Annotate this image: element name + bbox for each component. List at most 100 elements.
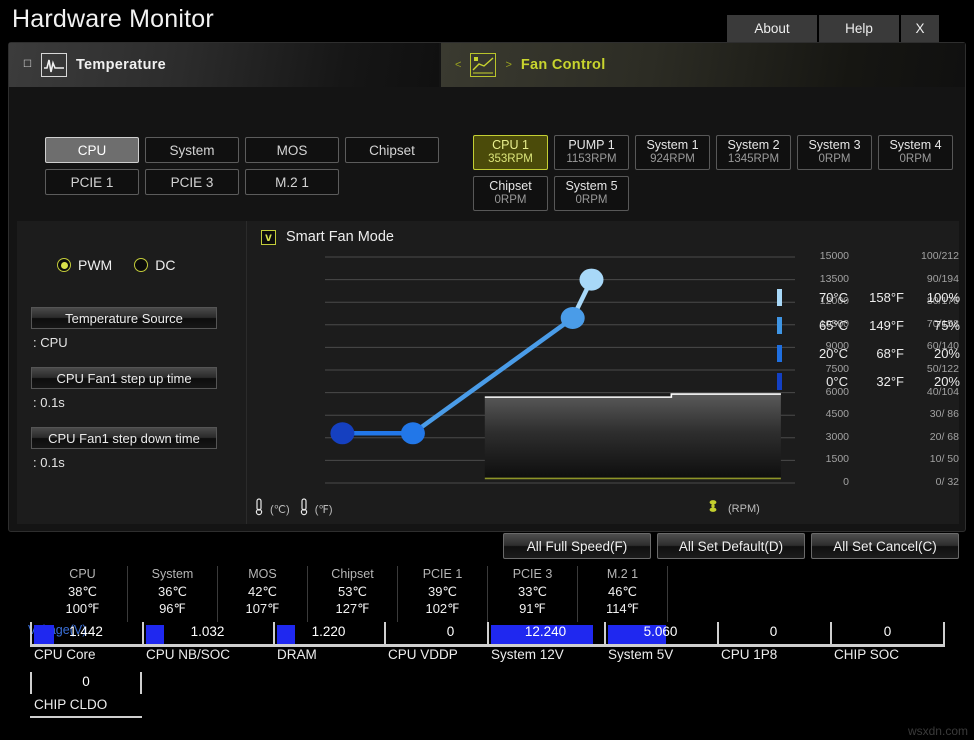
y-axis-right-tick: 15000 — [819, 250, 849, 262]
voltage-rail-name: CPU NB/SOC — [146, 647, 231, 662]
voltage-rail-cell: 1.220 DRAM — [273, 622, 384, 664]
temperature-summary-cell: CPU 38℃ 100℉ — [38, 566, 128, 622]
step-down-setting: CPU Fan1 step down time : 0.1s — [31, 427, 217, 470]
legend-percent: 75% — [933, 317, 960, 333]
voltage-rail-name: System 12V — [491, 647, 564, 662]
rpm-unit: (RPM) — [705, 498, 760, 519]
fan-rpm: 1153RPM — [566, 153, 617, 166]
legend-percent: 20% — [933, 373, 960, 389]
all-set-default-button[interactable]: All Set Default(D) — [657, 533, 805, 559]
fan-button-cpu1[interactable]: CPU 1 353RPM — [473, 135, 548, 170]
fan-rpm: 924RPM — [650, 153, 695, 166]
fan-button-system5[interactable]: System 5 0RPM — [554, 176, 629, 211]
legend-fahrenheit: 32°F — [876, 373, 904, 389]
temp-source-pcie3[interactable]: PCIE 3 — [145, 169, 239, 195]
chart-axis-footer: (℃) (℉) (RPM) — [247, 496, 959, 522]
temperature-summary-row: CPU 38℃ 100℉ System 36℃ 96℉ MOS 42℃ 107℉ Chipset 5… — [0, 566, 974, 622]
temperature-source-button[interactable]: Temperature Source — [31, 307, 217, 329]
fan-rpm: 1345RPM — [727, 153, 780, 166]
temp-source-system[interactable]: System — [145, 137, 239, 163]
fan-curve-legend: 70°C 158°F 100% 65°C 149°F 75% 20°C 68°F — [777, 283, 960, 395]
fan-button-system1[interactable]: System 1 924RPM — [635, 135, 710, 170]
temperature-summary-name: Chipset — [331, 567, 374, 581]
fan-button-chipset[interactable]: Chipset 0RPM — [473, 176, 548, 211]
window-buttons: About Help X — [727, 15, 939, 43]
fahrenheit-unit-label: (℉) — [314, 504, 333, 516]
smart-fan-mode-toggle[interactable]: v Smart Fan Mode — [261, 229, 394, 245]
fan-name: Chipset — [489, 179, 532, 194]
voltage-value: 0 — [82, 674, 90, 689]
thermometer-icon — [253, 498, 266, 521]
radio-pwm[interactable]: PWM — [57, 257, 112, 273]
fan-button-pump1[interactable]: PUMP 1 1153RPM — [554, 135, 629, 170]
voltage-value: 5.060 — [643, 624, 678, 639]
temperature-summary-celsius: 39℃ — [427, 583, 458, 599]
voltage-value: 0 — [769, 624, 778, 639]
temp-source-chipset[interactable]: Chipset — [345, 137, 439, 163]
legend-celsius: 70°C — [818, 289, 848, 305]
y-axis-left-tick: 100/212 — [921, 250, 959, 262]
temperature-summary-name: System — [151, 567, 194, 581]
temp-source-mos[interactable]: MOS — [245, 137, 339, 163]
tab-fan-control[interactable]: < > Fan Control — [441, 43, 965, 87]
temp-source-cpu[interactable]: CPU — [45, 137, 139, 163]
smart-fan-mode-checkbox[interactable]: v — [261, 229, 276, 245]
temperature-source-buttons: CPU System MOS Chipset PCIE 1 PCIE 3 M.2… — [45, 137, 445, 195]
fan-name: System 4 — [889, 138, 942, 153]
voltage-rail-name: CPU Core — [34, 647, 96, 662]
voltage-rail-name: DRAM — [277, 647, 317, 662]
step-up-button[interactable]: CPU Fan1 step up time — [31, 367, 217, 389]
temperature-units: (℃) (℉) — [253, 498, 332, 521]
legend-swatch — [777, 344, 782, 362]
legend-swatch — [777, 288, 782, 306]
temperature-source-value: : CPU — [33, 335, 68, 350]
temperature-summary-celsius: 42℃ — [247, 583, 278, 599]
fan-name: System 1 — [646, 138, 699, 153]
step-up-setting: CPU Fan1 step up time : 0.1s — [31, 367, 217, 410]
voltage-rails-row: 1.442 CPU Core 1.032 CPU NB/SOC 1.220 DRAM 0 CP… — [30, 622, 945, 686]
voltage-value: 1.032 — [190, 624, 225, 639]
fan-button-system4[interactable]: System 4 0RPM — [878, 135, 953, 170]
tab-fan-control-label: Fan Control — [520, 57, 606, 73]
temp-source-m2-1[interactable]: M.2 1 — [245, 169, 339, 195]
voltage-rail-cell: 12.240 System 12V — [487, 622, 604, 664]
help-button[interactable]: Help — [819, 15, 899, 43]
legend-row: 0°C 32°F 20% — [777, 367, 960, 395]
all-set-cancel-button[interactable]: All Set Cancel(C) — [811, 533, 959, 559]
all-full-speed-button[interactable]: All Full Speed(F) — [503, 533, 651, 559]
fan-curve-plot[interactable] — [325, 251, 795, 491]
voltage-rail-line-2 — [30, 716, 142, 718]
legend-fahrenheit: 68°F — [876, 345, 904, 361]
fan-curve-chart[interactable]: 100/212 90/194 80/176 70/158 60/140 50/122 40/… — [247, 250, 960, 501]
next-arrow-icon[interactable]: > — [505, 59, 511, 71]
main-panel: ☐ Temperature < > Fan Control CPU System… — [8, 42, 966, 532]
prev-arrow-icon[interactable]: < — [455, 59, 461, 71]
voltage-value: 0 — [883, 624, 892, 639]
temperature-summary-name: PCIE 3 — [512, 567, 553, 581]
voltage-rail-name: System 5V — [608, 647, 674, 662]
step-up-value: : 0.1s — [33, 395, 65, 410]
fan-button-system2[interactable]: System 2 1345RPM — [716, 135, 791, 170]
temp-source-pcie1[interactable]: PCIE 1 — [45, 169, 139, 195]
legend-fahrenheit: 149°F — [869, 317, 904, 333]
step-down-value: : 0.1s — [33, 455, 65, 470]
voltage-rail-name: CHIP CLDO — [34, 697, 108, 712]
about-button[interactable]: About — [727, 15, 817, 43]
radio-dc[interactable]: DC — [134, 257, 175, 273]
close-button[interactable]: X — [901, 15, 939, 43]
legend-celsius: 65°C — [818, 317, 848, 333]
step-down-button[interactable]: CPU Fan1 step down time — [31, 427, 217, 449]
tab-temperature[interactable]: ☐ Temperature — [9, 43, 439, 87]
fan-button-system3[interactable]: System 3 0RPM — [797, 135, 872, 170]
temperature-summary-cell: MOS 42℃ 107℉ — [218, 566, 308, 622]
voltage-rail-name: CPU VDDP — [388, 647, 458, 662]
fan-icon — [705, 498, 721, 519]
tab-temperature-label: Temperature — [75, 57, 167, 73]
voltage-rail-name: CHIP SOC — [834, 647, 900, 662]
fan-selector-buttons: CPU 1 353RPM PUMP 1 1153RPM System 1 924… — [473, 135, 953, 211]
legend-row: 70°C 158°F 100% — [777, 283, 960, 311]
fan-name: System 3 — [808, 138, 861, 153]
fan-settings-pane: PWM DC Temperature Source : CPU CPU Fan1… — [17, 221, 247, 524]
voltage-rail-name: CPU 1P8 — [721, 647, 778, 662]
radio-dc-label: DC — [155, 257, 176, 273]
